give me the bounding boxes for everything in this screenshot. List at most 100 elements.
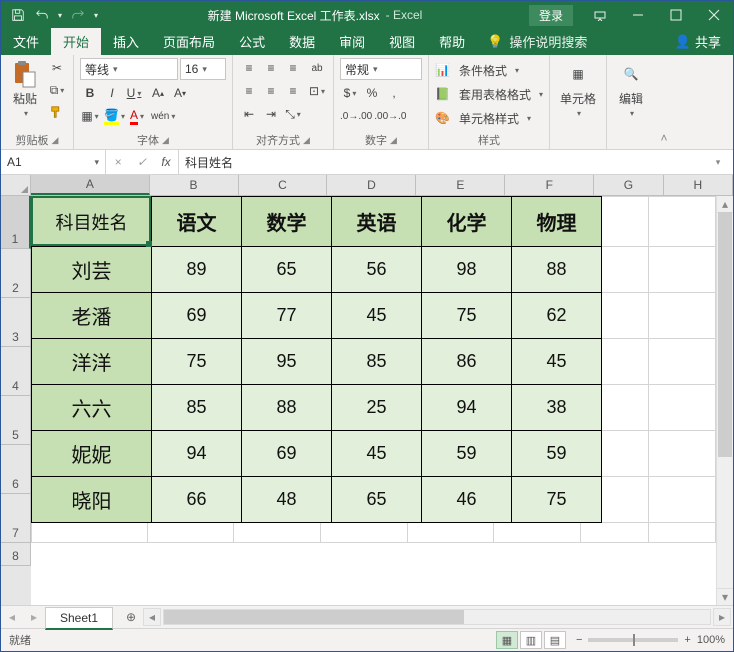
table-cell[interactable]: 59 [422,431,512,477]
qat-menu[interactable]: ▾ [91,4,101,26]
table-format-button[interactable]: 📗套用表格格式▾ [435,84,543,104]
column-header[interactable]: G [594,175,663,195]
tab-layout[interactable]: 页面布局 [151,28,227,55]
table-cell[interactable]: 46 [422,477,512,523]
table-row-header[interactable]: 晓阳 [32,477,152,523]
cell[interactable] [648,247,715,293]
sheet-tab[interactable]: Sheet1 [45,607,113,630]
zoom-control[interactable]: − + 100% [576,634,725,646]
spreadsheet-grid[interactable]: ABCDEFGH 12345678 科目姓名语文数学英语化学物理刘芸896556… [1,175,733,605]
align-left-button[interactable]: ≡ [239,81,259,101]
cell[interactable] [320,523,407,543]
table-cell[interactable]: 45 [332,431,422,477]
table-row-header[interactable]: 洋洋 [32,339,152,385]
table-cell[interactable]: 85 [152,385,242,431]
indent-dec-button[interactable]: ⇤ [239,104,259,124]
cell[interactable] [648,431,715,477]
tab-data[interactable]: 数据 [277,28,327,55]
conditional-format-button[interactable]: 📊条件格式▾ [435,60,519,80]
login-button[interactable]: 登录 [529,5,573,26]
dialog-launcher-icon[interactable]: ◢ [390,135,397,146]
table-cell[interactable]: 88 [242,385,332,431]
view-normal[interactable]: ▦ [496,631,518,649]
align-bottom-button[interactable]: ≡ [283,58,303,78]
zoom-out-icon[interactable]: − [576,634,582,646]
table-cell[interactable]: 75 [422,293,512,339]
dec-decimal-button[interactable]: .00→.0 [374,106,406,126]
table-column-header[interactable]: 化学 [422,197,512,247]
tab-review[interactable]: 审阅 [327,28,377,55]
undo-menu[interactable]: ▾ [55,4,65,26]
table-cell[interactable]: 94 [152,431,242,477]
table-cell[interactable]: 38 [512,385,602,431]
table-column-header[interactable]: 语文 [152,197,242,247]
accept-formula-icon[interactable]: ✓ [130,155,154,169]
align-right-button[interactable]: ≡ [283,81,303,101]
table-cell[interactable]: 66 [152,477,242,523]
table-cell[interactable]: 98 [422,247,512,293]
table-cell[interactable]: 88 [512,247,602,293]
table-cell[interactable]: 86 [422,339,512,385]
align-middle-button[interactable]: ≡ [261,58,281,78]
inc-decimal-button[interactable]: .0→.00 [340,106,372,126]
column-header[interactable]: C [239,175,328,195]
bold-button[interactable]: B [80,83,100,103]
table-cell[interactable]: 48 [242,477,332,523]
cell[interactable] [648,477,715,523]
edit-button[interactable]: 🔍编辑▾ [613,58,649,120]
column-header[interactable]: F [505,175,594,195]
undo-icon[interactable] [31,4,53,26]
percent-button[interactable]: % [362,83,382,103]
ribbon-options-icon[interactable] [581,1,619,29]
cell[interactable] [407,523,494,543]
table-cell[interactable]: 25 [332,385,422,431]
table-cell[interactable]: 45 [512,339,602,385]
sheet-nav-prev[interactable]: ◂ [1,606,23,628]
tab-help[interactable]: 帮助 [427,28,477,55]
cell[interactable] [147,523,234,543]
align-center-button[interactable]: ≡ [261,81,281,101]
column-header[interactable]: D [327,175,416,195]
underline-button[interactable]: U▾ [124,83,144,103]
cell-styles-button[interactable]: 🎨单元格样式▾ [435,108,531,128]
share-button[interactable]: 👤共享 [663,28,733,55]
table-cell[interactable]: 62 [512,293,602,339]
indent-inc-button[interactable]: ⇥ [261,104,281,124]
zoom-in-icon[interactable]: + [684,634,690,646]
font-name-combo[interactable]: 等线▾ [80,58,178,80]
fx-icon[interactable]: fx [154,155,178,169]
table-cell[interactable]: 65 [242,247,332,293]
table-row-header[interactable]: 刘芸 [32,247,152,293]
cancel-formula-icon[interactable]: × [106,155,130,169]
table-row-header[interactable]: 老潘 [32,293,152,339]
table-cell[interactable]: 69 [242,431,332,477]
expand-formula-icon[interactable]: ▾ [709,157,727,168]
cell[interactable] [648,339,715,385]
view-pagebreak[interactable]: ▤ [544,631,566,649]
table-cell[interactable]: 45 [332,293,422,339]
table-column-header[interactable]: 物理 [512,197,602,247]
add-sheet-button[interactable]: ⊕ [119,605,143,629]
row-header[interactable]: 1 [1,196,31,249]
table-cell[interactable]: 65 [332,477,422,523]
border-button[interactable]: ▦▾ [80,106,100,126]
row-header[interactable]: 3 [1,298,31,347]
row-header[interactable]: 7 [1,494,31,543]
tab-file[interactable]: 文件 [1,28,51,55]
table-cell[interactable]: 77 [242,293,332,339]
column-header[interactable]: E [416,175,505,195]
table-corner[interactable]: 科目姓名 [32,197,152,247]
tab-view[interactable]: 视图 [377,28,427,55]
vertical-scrollbar[interactable]: ▴ ▾ [716,196,733,605]
table-cell[interactable]: 94 [422,385,512,431]
cell[interactable] [234,523,321,543]
cut-button[interactable]: ✂ [47,58,67,78]
zoom-level[interactable]: 100% [697,634,725,646]
table-cell[interactable]: 69 [152,293,242,339]
column-header[interactable]: B [150,175,239,195]
tab-insert[interactable]: 插入 [101,28,151,55]
formula-input[interactable]: 科目姓名 [185,154,709,171]
currency-button[interactable]: $▾ [340,83,360,103]
dialog-launcher-icon[interactable]: ◢ [162,135,169,146]
cell[interactable] [32,523,148,543]
